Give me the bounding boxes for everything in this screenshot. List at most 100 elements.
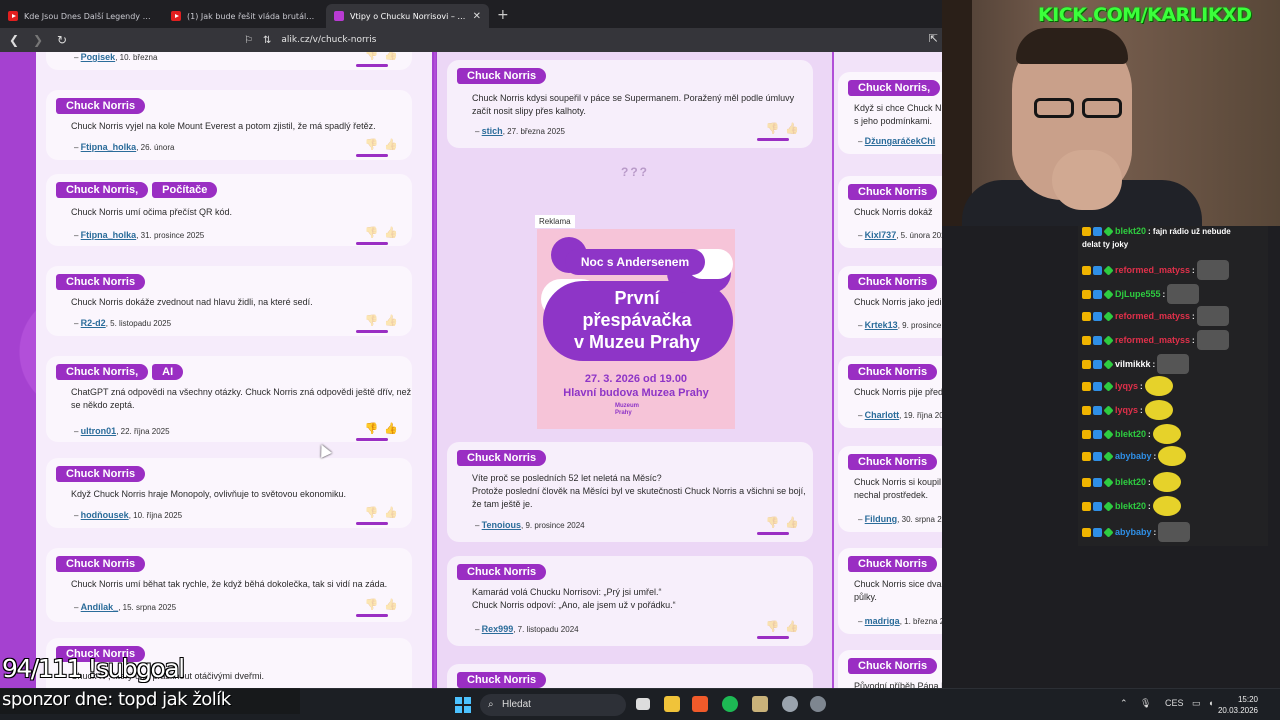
- museum-ad-banner[interactable]: Noc s Andersenem První přespávačka v Muze…: [537, 229, 735, 429]
- vote-buttons: 👎 👍: [365, 314, 398, 327]
- thumbs-down-icon[interactable]: 👎: [365, 138, 379, 151]
- author-link[interactable]: Pogisek: [81, 52, 116, 62]
- site-info-icon[interactable]: ⇅: [263, 35, 271, 46]
- chat-badge-icon: [1103, 476, 1114, 488]
- volume-icon[interactable]: ◖: [1208, 698, 1213, 708]
- thumbs-up-icon[interactable]: 👍: [384, 138, 398, 151]
- browser-tab[interactable]: (1) Jak bude řešit vláda brutální ceny: [163, 4, 326, 28]
- category-tag[interactable]: Chuck Norris: [848, 184, 938, 200]
- thumbs-up-icon[interactable]: 👍: [384, 506, 398, 519]
- category-tag[interactable]: Chuck Norris: [848, 364, 938, 380]
- thumbs-down-icon[interactable]: 👎: [365, 506, 379, 519]
- language-indicator[interactable]: CES: [1165, 698, 1184, 708]
- category-tag[interactable]: Chuck Norris: [457, 672, 547, 688]
- task-view-icon[interactable]: [636, 698, 650, 710]
- thumbs-up-icon[interactable]: 👍: [785, 122, 799, 135]
- category-tag[interactable]: Chuck Norris: [457, 450, 547, 466]
- category-tags: Chuck Norris: [848, 658, 938, 674]
- category-tag[interactable]: Chuck Norris,: [56, 182, 149, 198]
- chat-username: reformed_matyss: [1115, 311, 1191, 321]
- thumbs-up-icon[interactable]: 👍: [384, 226, 398, 239]
- thumbs-down-icon[interactable]: 👎: [766, 620, 780, 633]
- thumbs-down-icon[interactable]: 👎: [365, 226, 379, 239]
- thumbs-up-icon[interactable]: 👍: [384, 422, 398, 435]
- category-tag[interactable]: Chuck Norris: [848, 454, 938, 470]
- thumbs-down-icon[interactable]: 👎: [365, 598, 379, 611]
- browser-tab[interactable]: Kde Jsou Dnes Další Legendy Českosl: [0, 4, 163, 28]
- spotify-icon[interactable]: [722, 696, 738, 712]
- file-explorer-icon[interactable]: [664, 696, 680, 712]
- joke-text: Víte proč se posledních 52 let neletá na…: [472, 473, 806, 509]
- thumbs-down-icon[interactable]: 👎: [365, 314, 379, 327]
- category-tag[interactable]: Chuck Norris,: [56, 364, 149, 380]
- author-link[interactable]: R2-d2: [81, 318, 106, 328]
- app-icon[interactable]: [752, 696, 768, 712]
- category-tag[interactable]: Chuck Norris: [56, 98, 146, 114]
- taskbar-clock[interactable]: 15:20 20.03.2026: [1218, 694, 1258, 716]
- address-bar[interactable]: ⚐ ⇅ alik.cz/v/chuck-norris: [244, 31, 942, 49]
- share-icon[interactable]: ⇱: [929, 32, 938, 45]
- windows-start-icon[interactable]: [455, 697, 471, 713]
- author-link[interactable]: Andílak_: [81, 602, 119, 612]
- chat-badge-icon: [1103, 264, 1114, 276]
- thumbs-down-icon[interactable]: 👎: [766, 516, 780, 529]
- category-tag[interactable]: Chuck Norris,: [848, 80, 941, 96]
- category-tag[interactable]: Chuck Norris: [56, 274, 146, 290]
- author-link[interactable]: madriga: [865, 616, 900, 626]
- author-link[interactable]: Kixl737: [865, 230, 897, 240]
- thumbs-up-icon[interactable]: 👍: [785, 516, 799, 529]
- rating-bar: [356, 522, 388, 525]
- author-link[interactable]: Fildung: [865, 514, 898, 524]
- bookmark-icon[interactable]: ⚐: [244, 35, 253, 46]
- thumbs-down-icon[interactable]: 👎: [365, 422, 379, 435]
- chat-badge-icon: [1093, 359, 1102, 369]
- url-text[interactable]: alik.cz/v/chuck-norris: [281, 35, 376, 45]
- category-tag[interactable]: Chuck Norris: [56, 466, 146, 482]
- thumbs-down-icon[interactable]: 👎: [365, 52, 379, 61]
- category-tag[interactable]: AI: [152, 364, 184, 380]
- category-tag[interactable]: Chuck Norris: [848, 658, 938, 674]
- new-tab-button[interactable]: +: [497, 7, 509, 23]
- reload-icon[interactable]: ↻: [52, 33, 72, 47]
- app-icon[interactable]: [782, 696, 798, 712]
- chat-emote-icon: [1152, 496, 1181, 516]
- author-link[interactable]: Ftipna_holka: [81, 230, 137, 240]
- chevron-up-icon[interactable]: ⌃: [1120, 698, 1128, 709]
- network-icon[interactable]: ▭: [1192, 698, 1201, 709]
- author-link[interactable]: ultron01: [81, 426, 117, 436]
- category-tags: Chuck Norris: [56, 98, 146, 114]
- app-icon[interactable]: [810, 696, 826, 712]
- author-link[interactable]: stich: [482, 126, 503, 136]
- joke-card: Chuck Norris Víte proč se posledních 52 l…: [447, 442, 813, 542]
- microphone-icon[interactable]: 🎙: [1140, 698, 1151, 709]
- author-link[interactable]: Rex999: [482, 624, 514, 634]
- rating-bar: [356, 330, 388, 333]
- author-link[interactable]: Charlott: [865, 410, 900, 420]
- joke-card: Chuck Norris Chuck Norris jako jediný pře…: [838, 266, 942, 338]
- thumbs-up-icon[interactable]: 👍: [384, 314, 398, 327]
- taskbar-search[interactable]: ⌕ Hledat: [480, 694, 626, 716]
- chat-badge-icon: [1082, 501, 1091, 511]
- author-link[interactable]: DžungaráčekChi: [865, 136, 936, 146]
- category-tag[interactable]: Chuck Norris: [457, 564, 547, 580]
- category-tag[interactable]: Chuck Norris: [457, 68, 547, 84]
- back-icon[interactable]: ❮: [4, 33, 24, 47]
- category-tag[interactable]: Chuck Norris: [56, 556, 146, 572]
- author-link[interactable]: Tenoious: [482, 520, 521, 530]
- ad-label: Reklama: [535, 215, 575, 228]
- close-icon[interactable]: ✕: [473, 11, 481, 22]
- forward-icon[interactable]: ❯: [28, 33, 48, 47]
- category-tag[interactable]: Počítače: [152, 182, 218, 198]
- author-link[interactable]: hodňousek: [81, 510, 129, 520]
- author-link[interactable]: Krtek13: [865, 320, 898, 330]
- category-tag[interactable]: Chuck Norris: [848, 556, 938, 572]
- brave-browser-icon[interactable]: [692, 696, 708, 712]
- category-tag[interactable]: Chuck Norris: [848, 274, 938, 290]
- thumbs-down-icon[interactable]: 👎: [766, 122, 780, 135]
- thumbs-up-icon[interactable]: 👍: [384, 52, 398, 61]
- author-link[interactable]: Ftipna_holka: [81, 142, 137, 152]
- thumbs-up-icon[interactable]: 👍: [384, 598, 398, 611]
- thumbs-up-icon[interactable]: 👍: [785, 620, 799, 633]
- browser-tab-active[interactable]: Vtipy o Chucku Norrisovi – Alík.cz ✕: [326, 4, 489, 28]
- joke-author-line: – ultron01, 22. října 2025: [74, 426, 170, 436]
